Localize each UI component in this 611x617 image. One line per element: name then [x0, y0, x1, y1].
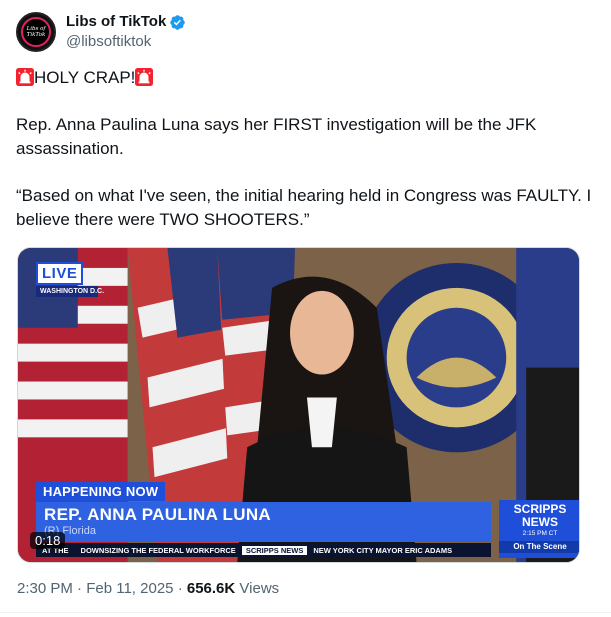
- author-names: Libs of TikTok @libsoftiktok: [66, 12, 186, 52]
- tweet-line-2: Rep. Anna Paulina Luna says her FIRST in…: [16, 115, 537, 158]
- views-label: Views: [239, 580, 280, 597]
- scripps-news-logo: SCRIPPS NEWS 2:15 PM CT On The Scene: [499, 500, 579, 558]
- tweet-line-1-text: HOLY CRAP!: [34, 68, 136, 87]
- handle[interactable]: @libsoftiktok: [66, 32, 186, 52]
- ticker-item: DOWNSIZING THE FEDERAL WORKFORCE: [80, 545, 236, 555]
- post-date[interactable]: Feb 11, 2025: [86, 580, 173, 597]
- live-location: WASHINGTON D.C.: [36, 286, 104, 297]
- tweet-line-3: “Based on what I've seen, the initial he…: [16, 186, 592, 229]
- post-time[interactable]: 2:30 PM: [17, 580, 73, 597]
- video-duration: 0:18: [30, 532, 66, 549]
- verified-badge-icon: [170, 14, 186, 30]
- brand-line-2: NEWS: [522, 515, 558, 529]
- brand-show: On The Scene: [499, 541, 579, 553]
- display-name[interactable]: Libs of TikTok: [66, 12, 166, 32]
- brand-time: 2:15 PM CT: [522, 530, 558, 537]
- tweet-text: HOLY CRAP! Rep. Anna Paulina Luna says h…: [16, 66, 595, 232]
- meta-separator: ·: [177, 580, 183, 597]
- avatar-text-2: TikTok: [26, 32, 46, 38]
- siren-icon: [135, 68, 154, 86]
- tweet-header: Libs of TikTok Libs of TikTok @libsoftik…: [16, 10, 595, 54]
- news-ticker: AT THE DOWNSIZING THE FEDERAL WORKFORCE …: [36, 543, 491, 557]
- views-count: 656.6K: [186, 580, 236, 597]
- guest-subtitle: (R) Florida: [44, 525, 96, 537]
- video-player[interactable]: LIVE WASHINGTON D.C. HAPPENING NOW REP. …: [17, 247, 580, 563]
- tweet-line-1: HOLY CRAP!: [16, 66, 595, 90]
- meta-separator: ·: [77, 580, 83, 597]
- divider: [0, 612, 611, 613]
- siren-icon: [16, 68, 34, 86]
- live-indicator: LIVE WASHINGTON D.C.: [36, 262, 104, 297]
- ticker-tag: SCRIPPS NEWS: [241, 545, 308, 555]
- avatar-logo: Libs of TikTok: [21, 17, 51, 47]
- ticker-item: NEW YORK CITY MAYOR ERIC ADAMS: [313, 545, 453, 555]
- lower-third: HAPPENING NOW REP. ANNA PAULINA LUNA (R)…: [36, 482, 579, 558]
- guest-name-bar: REP. ANNA PAULINA LUNA (R) Florida: [36, 502, 491, 542]
- guest-name: REP. ANNA PAULINA LUNA: [44, 505, 271, 524]
- avatar[interactable]: Libs of TikTok: [16, 12, 56, 52]
- tweet-meta: 2:30 PM · Feb 11, 2025 · 656.6K Views: [17, 580, 279, 597]
- happening-now-label: HAPPENING NOW: [36, 482, 166, 501]
- live-label: LIVE: [36, 262, 84, 285]
